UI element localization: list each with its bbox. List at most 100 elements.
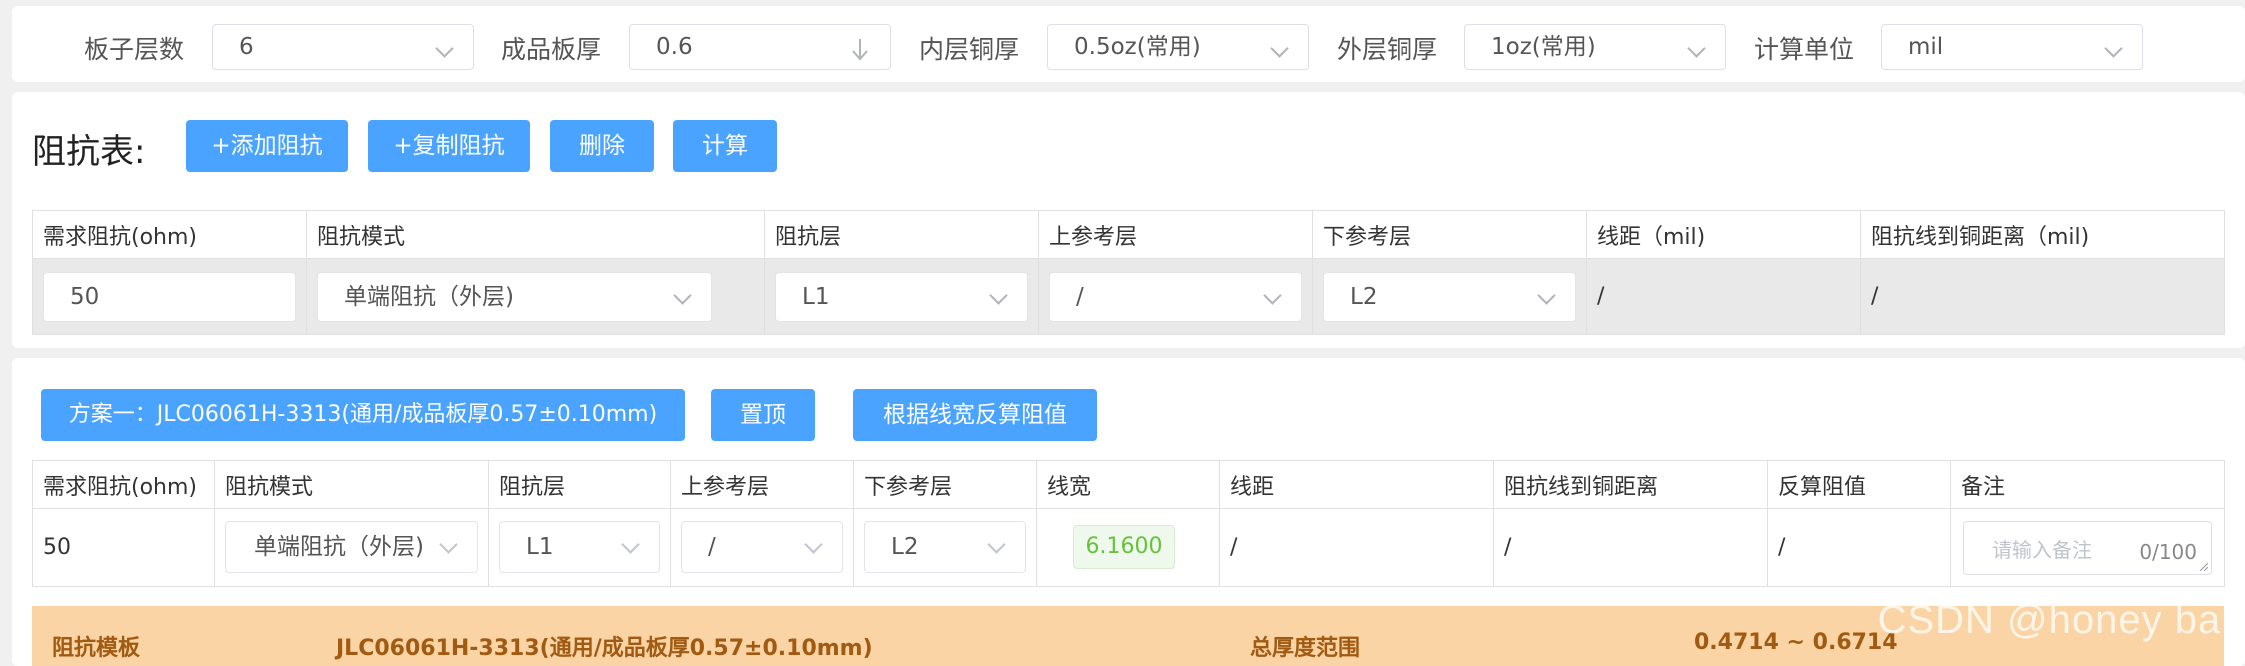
delete-button[interactable]: 删除	[550, 120, 654, 172]
chevron-down-icon	[987, 535, 1006, 554]
result-upper-ref-cell: /	[670, 508, 854, 587]
outer-copper-label: 外层铜厚	[1337, 35, 1438, 64]
impedance-input-value: 50	[70, 284, 100, 310]
result-mode-select[interactable]: 单端阻抗（外层)	[225, 521, 478, 573]
table-header-row: 需求阻抗(ohm) 阻抗模式 阻抗层 上参考层 下参考层 线距（mil) 阻抗线…	[32, 210, 2225, 259]
result-reverse-value-cell: /	[1767, 508, 1951, 587]
chevron-down-icon	[1263, 286, 1282, 305]
header-cell: 备注	[1950, 460, 2225, 509]
layer-cell: L1	[764, 258, 1039, 335]
result-copper-distance-cell: /	[1493, 508, 1768, 587]
header-cell: 线距（mil)	[1586, 210, 1861, 259]
remark-placeholder: 请输入备注	[1992, 538, 2092, 562]
unit-select[interactable]: mil	[1881, 24, 2143, 70]
header-cell: 阻抗线到铜距离（mil)	[1860, 210, 2225, 259]
result-impedance-cell: 50	[32, 508, 215, 587]
unit-select-value: mil	[1908, 34, 1944, 60]
header-cell: 上参考层	[670, 460, 854, 509]
header-cell: 需求阻抗(ohm)	[32, 210, 307, 259]
header-cell: 线距	[1219, 460, 1494, 509]
outer-copper-select-value: 1oz(常用)	[1491, 34, 1596, 60]
settings-bar: 板子层数 6 成品板厚 0.6 内层铜厚 0.5oz(常用) 外层铜厚 1oz(…	[12, 6, 2245, 82]
thickness-range-label: 总厚度范围	[1250, 636, 1361, 661]
chevron-down-icon	[1270, 39, 1289, 58]
result-layer-select[interactable]: L1	[499, 521, 660, 573]
mode-cell: 单端阻抗（外层)	[306, 258, 765, 335]
mode-select-value: 单端阻抗（外层)	[344, 284, 514, 310]
chevron-down-icon	[435, 39, 454, 58]
layers-select[interactable]: 6	[212, 24, 474, 70]
header-cell: 下参考层	[853, 460, 1037, 509]
header-cell: 需求阻抗(ohm)	[32, 460, 215, 509]
arrow-down-icon	[852, 39, 868, 61]
header-cell: 阻抗线到铜距离	[1493, 460, 1768, 509]
line-width-badge: 6.1600	[1073, 525, 1175, 569]
unit-label: 计算单位	[1754, 35, 1855, 64]
result-mode-select-value: 单端阻抗（外层)	[254, 534, 424, 560]
thickness-select-value: 0.6	[656, 34, 693, 60]
inner-copper-select[interactable]: 0.5oz(常用)	[1047, 24, 1309, 70]
thickness-label: 成品板厚	[501, 35, 602, 64]
result-upper-ref-select[interactable]: /	[681, 521, 843, 573]
impedance-input[interactable]: 50	[43, 272, 296, 322]
result-remark-cell: 请输入备注 0/100	[1950, 508, 2225, 587]
result-lower-ref-select-value: L2	[891, 534, 919, 560]
remark-textarea[interactable]: 请输入备注 0/100	[1963, 521, 2212, 575]
table-row: 50 单端阻抗（外层) L1 / L2 / /	[32, 258, 2225, 335]
impedance-table-title: 阻抗表:	[32, 132, 146, 172]
header-cell: 下参考层	[1312, 210, 1587, 259]
header-cell: 阻抗模式	[306, 210, 765, 259]
result-spacing-cell: /	[1219, 508, 1494, 587]
result-lower-ref-cell: L2	[853, 508, 1037, 587]
lower-ref-select-value: L2	[1350, 284, 1378, 310]
remark-counter: 0/100	[2139, 540, 2197, 564]
result-lower-ref-select[interactable]: L2	[864, 521, 1026, 573]
lower-ref-select[interactable]: L2	[1323, 272, 1576, 322]
result-width-cell: 6.1600	[1036, 508, 1220, 587]
result-layer-cell: L1	[488, 508, 671, 587]
inner-copper-select-value: 0.5oz(常用)	[1074, 34, 1201, 60]
layers-select-value: 6	[239, 34, 254, 60]
impedance-table: 需求阻抗(ohm) 阻抗模式 阻抗层 上参考层 下参考层 线距（mil) 阻抗线…	[32, 210, 2225, 335]
chevron-down-icon	[621, 535, 640, 554]
header-cell: 反算阻值	[1767, 460, 1951, 509]
lower-ref-cell: L2	[1312, 258, 1587, 335]
upper-ref-cell: /	[1038, 258, 1313, 335]
upper-ref-select[interactable]: /	[1049, 272, 1302, 322]
chevron-down-icon	[439, 535, 458, 554]
thickness-select[interactable]: 0.6	[629, 24, 891, 70]
mode-select[interactable]: 单端阻抗（外层)	[317, 272, 712, 322]
header-cell: 上参考层	[1038, 210, 1313, 259]
header-cell: 阻抗层	[764, 210, 1039, 259]
layer-select[interactable]: L1	[775, 272, 1028, 322]
thickness-range-value: 0.4714 ~ 0.6714	[1694, 630, 1898, 655]
resize-handle-icon[interactable]	[2198, 561, 2208, 571]
spacing-cell: /	[1586, 258, 1861, 335]
plan-button[interactable]: 方案一：JLC06061H-3313(通用/成品板厚0.57±0.10mm)	[41, 389, 685, 441]
copy-impedance-button[interactable]: +复制阻抗	[368, 120, 530, 172]
chevron-down-icon	[989, 286, 1008, 305]
chevron-down-icon	[1537, 286, 1556, 305]
calculate-button[interactable]: 计算	[673, 120, 777, 172]
template-value: JLC06061H-3313(通用/成品板厚0.57±0.10mm)	[336, 636, 873, 661]
add-impedance-button[interactable]: +添加阻抗	[186, 120, 348, 172]
result-layer-select-value: L1	[526, 534, 554, 560]
chevron-down-icon	[2104, 39, 2123, 58]
header-cell: 阻抗层	[488, 460, 671, 509]
layers-label: 板子层数	[84, 35, 185, 64]
impedance-table-card: 阻抗表: +添加阻抗 +复制阻抗 删除 计算 需求阻抗(ohm) 阻抗模式 阻抗…	[12, 92, 2245, 348]
result-upper-ref-select-value: /	[708, 534, 716, 560]
pin-top-button[interactable]: 置顶	[711, 389, 815, 441]
table-row: 50 单端阻抗（外层) L1 / L2 6.1600 / / / 请输入备注 0…	[32, 508, 2225, 587]
inner-copper-label: 内层铜厚	[919, 35, 1020, 64]
chevron-down-icon	[1687, 39, 1706, 58]
layer-select-value: L1	[802, 284, 830, 310]
header-cell: 阻抗模式	[214, 460, 489, 509]
chevron-down-icon	[804, 535, 823, 554]
reverse-calc-button[interactable]: 根据线宽反算阻值	[853, 389, 1097, 441]
table-header-row: 需求阻抗(ohm) 阻抗模式 阻抗层 上参考层 下参考层 线宽 线距 阻抗线到铜…	[32, 460, 2225, 509]
copper-distance-cell: /	[1860, 258, 2225, 335]
result-table: 需求阻抗(ohm) 阻抗模式 阻抗层 上参考层 下参考层 线宽 线距 阻抗线到铜…	[32, 460, 2225, 587]
template-label: 阻抗模板	[52, 636, 141, 661]
outer-copper-select[interactable]: 1oz(常用)	[1464, 24, 1726, 70]
